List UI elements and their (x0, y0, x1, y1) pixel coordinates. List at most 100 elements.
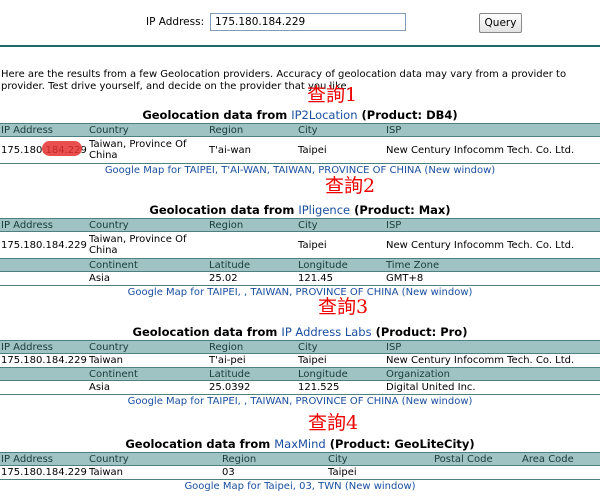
cell-blank (0, 380, 88, 395)
table-row: 175.180.184.229 Taiwan, Province Of Chin… (0, 231, 600, 259)
query-button[interactable]: Query (479, 13, 522, 33)
col-country: Country (88, 340, 208, 354)
section-ip-address-labs: Geolocation data from IP Address Labs (P… (0, 325, 600, 408)
table-row: 175.180.184.229 Taiwan, Province Of Chin… (0, 136, 600, 164)
title-prefix: Geolocation data from (149, 203, 299, 217)
cell-longitude: 121.525 (297, 380, 385, 395)
col-country: Country (88, 452, 221, 466)
cell-country: Taiwan (88, 353, 208, 368)
col-area-code: Area Code (521, 452, 600, 466)
title-product: (Product: GeoLiteCity) (325, 437, 475, 451)
col-latitude: Latitude (208, 258, 297, 272)
section-title: Geolocation data from IP Address Labs (P… (0, 325, 600, 340)
table-row: Asia 25.02 121.45 GMT+8 (0, 271, 600, 286)
google-map-link[interactable]: Google Map for TAIPEI, T'AI-WAN, TAIWAN,… (0, 164, 600, 177)
col-isp: ISP (385, 218, 600, 232)
cell-region: 03 (221, 465, 327, 480)
col-continent: Continent (88, 367, 208, 381)
cell-blank (0, 271, 88, 286)
cell-city: Taipei (297, 353, 385, 368)
results-table: IP Address Country Region City ISP 175.1… (0, 340, 600, 395)
cell-continent: Asia (88, 380, 208, 395)
cell-postal-code (433, 465, 521, 480)
cell-city: Taipei (297, 231, 385, 259)
header-row: IP Address Country Region City ISP (0, 340, 600, 354)
provider-link[interactable]: MaxMind (274, 437, 325, 451)
table-row: 175.180.184.229 Taiwan 03 Taipei (0, 465, 600, 480)
cell-ip-address: 175.180.184.229 (0, 465, 88, 480)
col-city: City (297, 340, 385, 354)
col-country: Country (88, 218, 208, 232)
title-prefix: Geolocation data from (125, 437, 275, 451)
header-row: IP Address Country Region City Postal Co… (0, 452, 600, 466)
ip-query-form: IP Address: Query (0, 13, 600, 33)
annotation-query-1: 查詢1 (307, 84, 358, 106)
results-table: IP Address Country Region City ISP 175.1… (0, 123, 600, 164)
col-ip-address: IP Address (0, 123, 88, 137)
cell-area-code (521, 465, 600, 480)
title-product: (Product: Max) (350, 203, 451, 217)
title-product: (Product: DB4) (357, 108, 458, 122)
section-title: Geolocation data from IP2Location (Produ… (0, 108, 600, 123)
col-ip-address: IP Address (0, 452, 88, 466)
intro-text: Here are the results from a few Geolocat… (1, 69, 567, 92)
annotation-query-3: 查詢3 (318, 296, 369, 318)
table-row: 175.180.184.229 Taiwan T'ai-pei Taipei N… (0, 353, 600, 368)
section-title: Geolocation data from IPligence (Product… (0, 203, 600, 218)
cell-latitude: 25.02 (208, 271, 297, 286)
col-latitude: Latitude (208, 367, 297, 381)
header-divider (0, 45, 600, 47)
col-longitude: Longitude (297, 367, 385, 381)
results-table: IP Address Country Region City Postal Co… (0, 452, 600, 480)
col-ip-address: IP Address (0, 218, 88, 232)
cell-latitude: 25.0392 (208, 380, 297, 395)
annotation-query-4: 查詢4 (308, 412, 359, 434)
col-time-zone: Time Zone (385, 258, 600, 272)
cell-country: Taiwan (88, 465, 221, 480)
col-region: Region (208, 218, 297, 232)
cell-region: T'ai-pei (208, 353, 297, 368)
header-row: IP Address Country Region City ISP (0, 123, 600, 137)
cell-isp: New Century Infocomm Tech. Co. Ltd. (385, 353, 600, 368)
cell-region (208, 231, 297, 259)
cell-isp: New Century Infocomm Tech. Co. Ltd. (385, 231, 600, 259)
col-continent: Continent (88, 258, 208, 272)
col-ip-address: IP Address (0, 340, 88, 354)
google-map-link[interactable]: Google Map for TAIPEI, , TAIWAN, PROVINC… (0, 395, 600, 408)
cell-country: Taiwan, Province Of China (88, 231, 208, 259)
header-row-secondary: Continent Latitude Longitude Time Zone (0, 258, 600, 272)
col-isp: ISP (385, 123, 600, 137)
header-row: IP Address Country Region City ISP (0, 218, 600, 232)
highlight-mark (42, 141, 82, 156)
col-city: City (327, 452, 433, 466)
cell-city: Taipei (297, 136, 385, 164)
section-title: Geolocation data from MaxMind (Product: … (0, 437, 600, 452)
col-blank (0, 367, 88, 381)
col-region: Region (208, 123, 297, 137)
ip-address-input[interactable] (210, 13, 406, 31)
provider-link[interactable]: IP Address Labs (281, 325, 371, 339)
cell-region: T'ai-wan (208, 136, 297, 164)
col-city: City (297, 218, 385, 232)
cell-organization: Digital United Inc. (385, 380, 600, 395)
col-region: Region (208, 340, 297, 354)
provider-link[interactable]: IP2Location (291, 108, 357, 122)
cell-isp: New Century Infocomm Tech. Co. Ltd. (385, 136, 600, 164)
col-city: City (297, 123, 385, 137)
cell-ip-address: 175.180.184.229 (0, 231, 88, 259)
google-map-link[interactable]: Google Map for TAIPEI, , TAIWAN, PROVINC… (0, 286, 600, 299)
cell-continent: Asia (88, 271, 208, 286)
section-ipligence: Geolocation data from IPligence (Product… (0, 203, 600, 299)
title-prefix: Geolocation data from (132, 325, 282, 339)
results-table: IP Address Country Region City ISP 175.1… (0, 218, 600, 286)
col-blank (0, 258, 88, 272)
google-map-link[interactable]: Google Map for Taipei, 03, TWN (New wind… (0, 480, 600, 493)
section-maxmind: Geolocation data from MaxMind (Product: … (0, 437, 600, 493)
title-prefix: Geolocation data from (142, 108, 292, 122)
col-isp: ISP (385, 340, 600, 354)
header-row-secondary: Continent Latitude Longitude Organizatio… (0, 367, 600, 381)
annotation-query-2: 查詢2 (325, 175, 376, 197)
provider-link[interactable]: IPligence (298, 203, 350, 217)
cell-city: Taipei (327, 465, 433, 480)
col-longitude: Longitude (297, 258, 385, 272)
